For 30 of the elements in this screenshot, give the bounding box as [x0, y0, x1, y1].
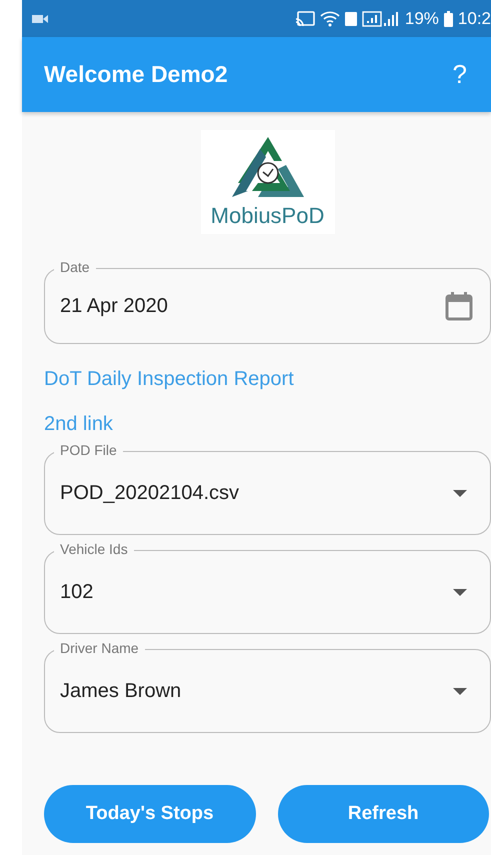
- dropdown-arrow-icon: [453, 490, 467, 496]
- wifi-icon: [320, 10, 340, 26]
- dropdown[interactable]: POD File POD_20202104.csv: [44, 441, 491, 535]
- signal-icon: [362, 10, 400, 26]
- battery-percent: 19%: [404, 8, 439, 28]
- field-label: Date: [54, 259, 96, 275]
- field-label: Vehicle Ids: [54, 541, 134, 557]
- link[interactable]: DoT Daily Inspection Report: [44, 368, 294, 391]
- clock: 10:2: [458, 8, 491, 28]
- dropdown[interactable]: Driver Name James Brown: [44, 639, 491, 733]
- link[interactable]: 2nd link: [44, 413, 113, 436]
- date-field[interactable]: Date 21 Apr 2020: [44, 258, 491, 344]
- action-button[interactable]: Today's Stops: [44, 785, 256, 843]
- dropdown-arrow-icon: [453, 688, 467, 694]
- field-label: POD File: [54, 442, 123, 458]
- battery-icon: [444, 10, 453, 26]
- field-value: 21 Apr 2020: [60, 294, 168, 318]
- action-button[interactable]: Refresh: [278, 785, 489, 843]
- field-value: 102: [60, 580, 94, 604]
- app-title: Welcome Demo2: [44, 61, 228, 88]
- help-button[interactable]: ?: [448, 59, 471, 90]
- video-icon: [32, 14, 48, 24]
- dropdown-arrow-icon: [453, 588, 467, 596]
- field-value: James Brown: [60, 680, 182, 702]
- logo-text: MobiusPoD: [210, 203, 324, 229]
- field-label: Driver Name: [54, 640, 145, 656]
- field-value: POD_20202104.csv: [60, 482, 240, 504]
- dropdown[interactable]: Vehicle Ids 102: [44, 540, 491, 634]
- cast-icon: [294, 10, 315, 26]
- calendar-icon: [445, 291, 473, 321]
